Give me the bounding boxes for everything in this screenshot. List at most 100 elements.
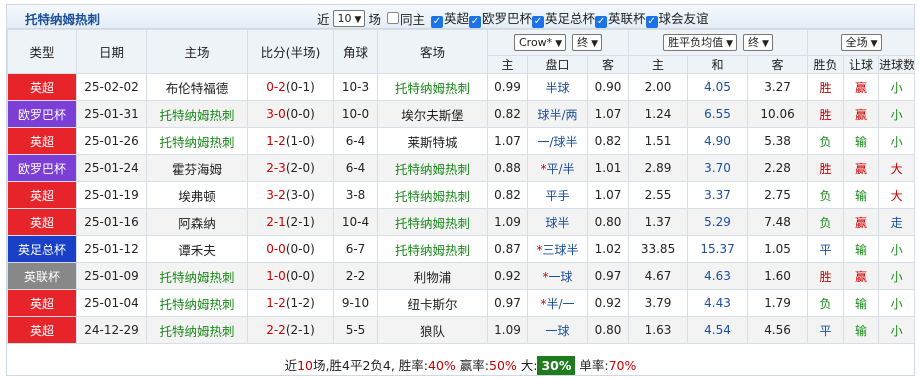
away-team-cell[interactable]: 托特纳姆热刺 bbox=[377, 73, 488, 101]
away-team-cell[interactable]: 狼队 bbox=[377, 316, 488, 344]
col-draw-odds: 和 bbox=[687, 55, 749, 74]
away-team-cell[interactable]: 托特纳姆热刺 bbox=[377, 154, 488, 182]
away-text: 埃尔夫斯堡 bbox=[401, 107, 464, 123]
away-team-cell[interactable]: 利物浦 bbox=[377, 262, 488, 290]
d-text: 3.37 bbox=[704, 188, 731, 202]
away-team-cell[interactable]: 埃尔夫斯堡 bbox=[377, 100, 488, 128]
win-odds-cell: 1.24 bbox=[628, 100, 689, 128]
match-count-value: 10 bbox=[337, 11, 352, 25]
table-row[interactable]: 英超 24-12-29 托特纳姆热刺 2-2(2-1) 5-5 狼队 1.09 一球 0.80 1… bbox=[7, 316, 916, 344]
ao-text: 0.90 bbox=[594, 80, 622, 94]
loss-odds-cell: 3.27 bbox=[747, 73, 809, 101]
l-text: 4.56 bbox=[764, 323, 791, 337]
score-text: 0-2 bbox=[266, 80, 286, 94]
ou-text: 大 bbox=[890, 188, 903, 203]
date-text: 25-01-09 bbox=[84, 269, 139, 283]
team-title: 托特纳姆热刺 bbox=[25, 12, 101, 27]
corner-text: 9-10 bbox=[341, 296, 370, 310]
league-checkbox[interactable]: ✓ bbox=[532, 16, 544, 28]
hc-text: 输 bbox=[855, 242, 868, 257]
draw-odds-cell: 6.55 bbox=[687, 100, 749, 128]
corner-cell: 5-5 bbox=[333, 316, 378, 344]
home-team-cell[interactable]: 托特纳姆热刺 bbox=[146, 316, 248, 344]
league-checkbox[interactable]: ✓ bbox=[430, 16, 443, 28]
date-text: 25-01-12 bbox=[84, 242, 139, 256]
date-cell: 25-01-26 bbox=[76, 127, 147, 155]
loss-odds-cell: 2.75 bbox=[747, 181, 809, 209]
home-text: 布伦特福德 bbox=[165, 80, 229, 96]
col-wl: 胜负 bbox=[807, 55, 845, 74]
home-team-cell[interactable]: 托特纳姆热刺 bbox=[146, 289, 248, 317]
home-team-cell[interactable]: 布伦特福德 bbox=[146, 73, 248, 101]
draw-odds-cell: 4.90 bbox=[687, 127, 749, 155]
odds-type-select[interactable]: 胜平负均值 ▼ bbox=[663, 34, 738, 51]
league-text: 英超 bbox=[29, 323, 54, 338]
table-row[interactable]: 英超 25-01-16 阿森纳 2-1(2-1) 10-4 托特纳姆热刺 1.09 球半 0.8… bbox=[7, 208, 916, 236]
corner-cell: 6-7 bbox=[333, 235, 378, 263]
away-team-cell[interactable]: 托特纳姆热刺 bbox=[377, 235, 488, 263]
wl-text: 平 bbox=[819, 242, 832, 257]
company-select[interactable]: Crow* ▼ bbox=[513, 34, 567, 51]
home-text: 托特纳姆热刺 bbox=[159, 269, 235, 285]
home-team-cell[interactable]: 托特纳姆热刺 bbox=[146, 262, 248, 290]
line-text: 球半/两 bbox=[537, 107, 578, 122]
home-team-cell[interactable]: 埃弗顿 bbox=[146, 181, 248, 209]
draw-odds-cell: 4.63 bbox=[687, 262, 749, 290]
summary-count: 10 bbox=[297, 358, 314, 373]
corner-cell: 9-10 bbox=[333, 289, 378, 317]
line-text: 一球 bbox=[548, 269, 573, 284]
line-text: 半/一 bbox=[546, 296, 575, 311]
match-count-select[interactable]: 10 ▼ bbox=[332, 9, 366, 27]
wl-cell: 平 bbox=[807, 316, 845, 344]
league-text: 欧罗巴杯 bbox=[17, 107, 66, 122]
ho-text: 0.87 bbox=[494, 242, 521, 256]
away-team-cell[interactable]: 莱斯特城 bbox=[377, 127, 488, 155]
home-team-cell[interactable]: 谭禾夫 bbox=[146, 235, 248, 263]
table-row[interactable]: 英超 25-01-19 埃弗顿 3-2(3-0) 3-8 托特纳姆热刺 0.82 平手 1.07… bbox=[7, 181, 916, 209]
away-team-cell[interactable]: 托特纳姆热刺 bbox=[377, 181, 488, 209]
home-team-cell[interactable]: 托特纳姆热刺 bbox=[146, 127, 248, 155]
win-odds-cell: 2.00 bbox=[628, 73, 689, 101]
line-text: 平/半 bbox=[546, 161, 575, 176]
loss-odds-cell: 1.60 bbox=[747, 262, 809, 290]
hc-text: 输 bbox=[855, 134, 868, 149]
table-row[interactable]: 英超 25-02-02 布伦特福德 0-2(0-1) 10-3 托特纳姆热刺 0.99 半球 0… bbox=[7, 73, 916, 101]
date-cell: 25-01-24 bbox=[76, 154, 147, 182]
table-row[interactable]: 欧罗巴杯 25-01-31 托特纳姆热刺 3-0(0-0) 10-0 埃尔夫斯堡 0.82 球… bbox=[7, 100, 916, 128]
result-filter-select[interactable]: 全场 ▼ bbox=[840, 34, 882, 51]
away-text: 托特纳姆热刺 bbox=[394, 242, 470, 258]
league-checkbox[interactable]: ✓ bbox=[595, 16, 608, 28]
corner-text: 10-3 bbox=[341, 80, 370, 94]
home-team-cell[interactable]: 托特纳姆热刺 bbox=[146, 100, 248, 128]
table-row[interactable]: 英足总杯 25-01-12 谭禾夫 0-0(0-0) 6-7 托特纳姆热刺 0.87 *三球半… bbox=[7, 235, 916, 263]
league-checkbox[interactable]: ✓ bbox=[468, 16, 481, 28]
date-text: 25-01-24 bbox=[84, 161, 139, 175]
big-rate: 30% bbox=[537, 356, 576, 375]
handicap-period-select[interactable]: 终 ▼ bbox=[572, 34, 603, 51]
league-cell: 英联杯 bbox=[7, 262, 77, 290]
score-text: 3-2 bbox=[266, 188, 286, 202]
col-date: 日期 bbox=[76, 29, 147, 74]
league-cell: 英超 bbox=[7, 208, 77, 236]
league-checkbox[interactable]: ✓ bbox=[645, 16, 658, 28]
home-team-cell[interactable]: 阿森纳 bbox=[146, 208, 248, 236]
filter-prefix: 近 bbox=[317, 11, 330, 27]
same-home-checkbox[interactable] bbox=[386, 12, 399, 24]
home-text: 阿森纳 bbox=[178, 215, 216, 231]
line-cell: *平/半 bbox=[527, 154, 588, 182]
table-row[interactable]: 英联杯 25-01-09 托特纳姆热刺 1-0(0-0) 2-2 利物浦 0.92 *一球 0.… bbox=[7, 262, 916, 290]
table-row[interactable]: 欧罗巴杯 25-01-24 霍芬海姆 2-3(2-0) 6-4 托特纳姆热刺 0.88 *平/… bbox=[7, 154, 916, 182]
table-row[interactable]: 英超 25-01-26 托特纳姆热刺 1-2(1-0) 6-4 莱斯特城 1.07 一/球半 0… bbox=[7, 127, 916, 155]
wl-text: 负 bbox=[819, 296, 832, 311]
score-cell: 0-2(0-1) bbox=[247, 73, 334, 101]
home-team-cell[interactable]: 霍芬海姆 bbox=[146, 154, 248, 182]
table-row[interactable]: 英超 25-01-04 托特纳姆热刺 1-2(1-2) 9-10 纽卡斯尔 0.97 *半/一… bbox=[7, 289, 916, 317]
hc-cell: 赢 bbox=[843, 208, 880, 236]
away-odds-cell: 0.92 bbox=[586, 289, 630, 317]
away-team-cell[interactable]: 纽卡斯尔 bbox=[377, 289, 488, 317]
score-cell: 1-0(0-0) bbox=[247, 262, 334, 290]
odds-period-select[interactable]: 终 ▼ bbox=[743, 34, 773, 51]
hc-cell: 输 bbox=[843, 289, 880, 317]
hc-text: 赢 bbox=[855, 215, 868, 230]
away-team-cell[interactable]: 托特纳姆热刺 bbox=[377, 208, 488, 236]
